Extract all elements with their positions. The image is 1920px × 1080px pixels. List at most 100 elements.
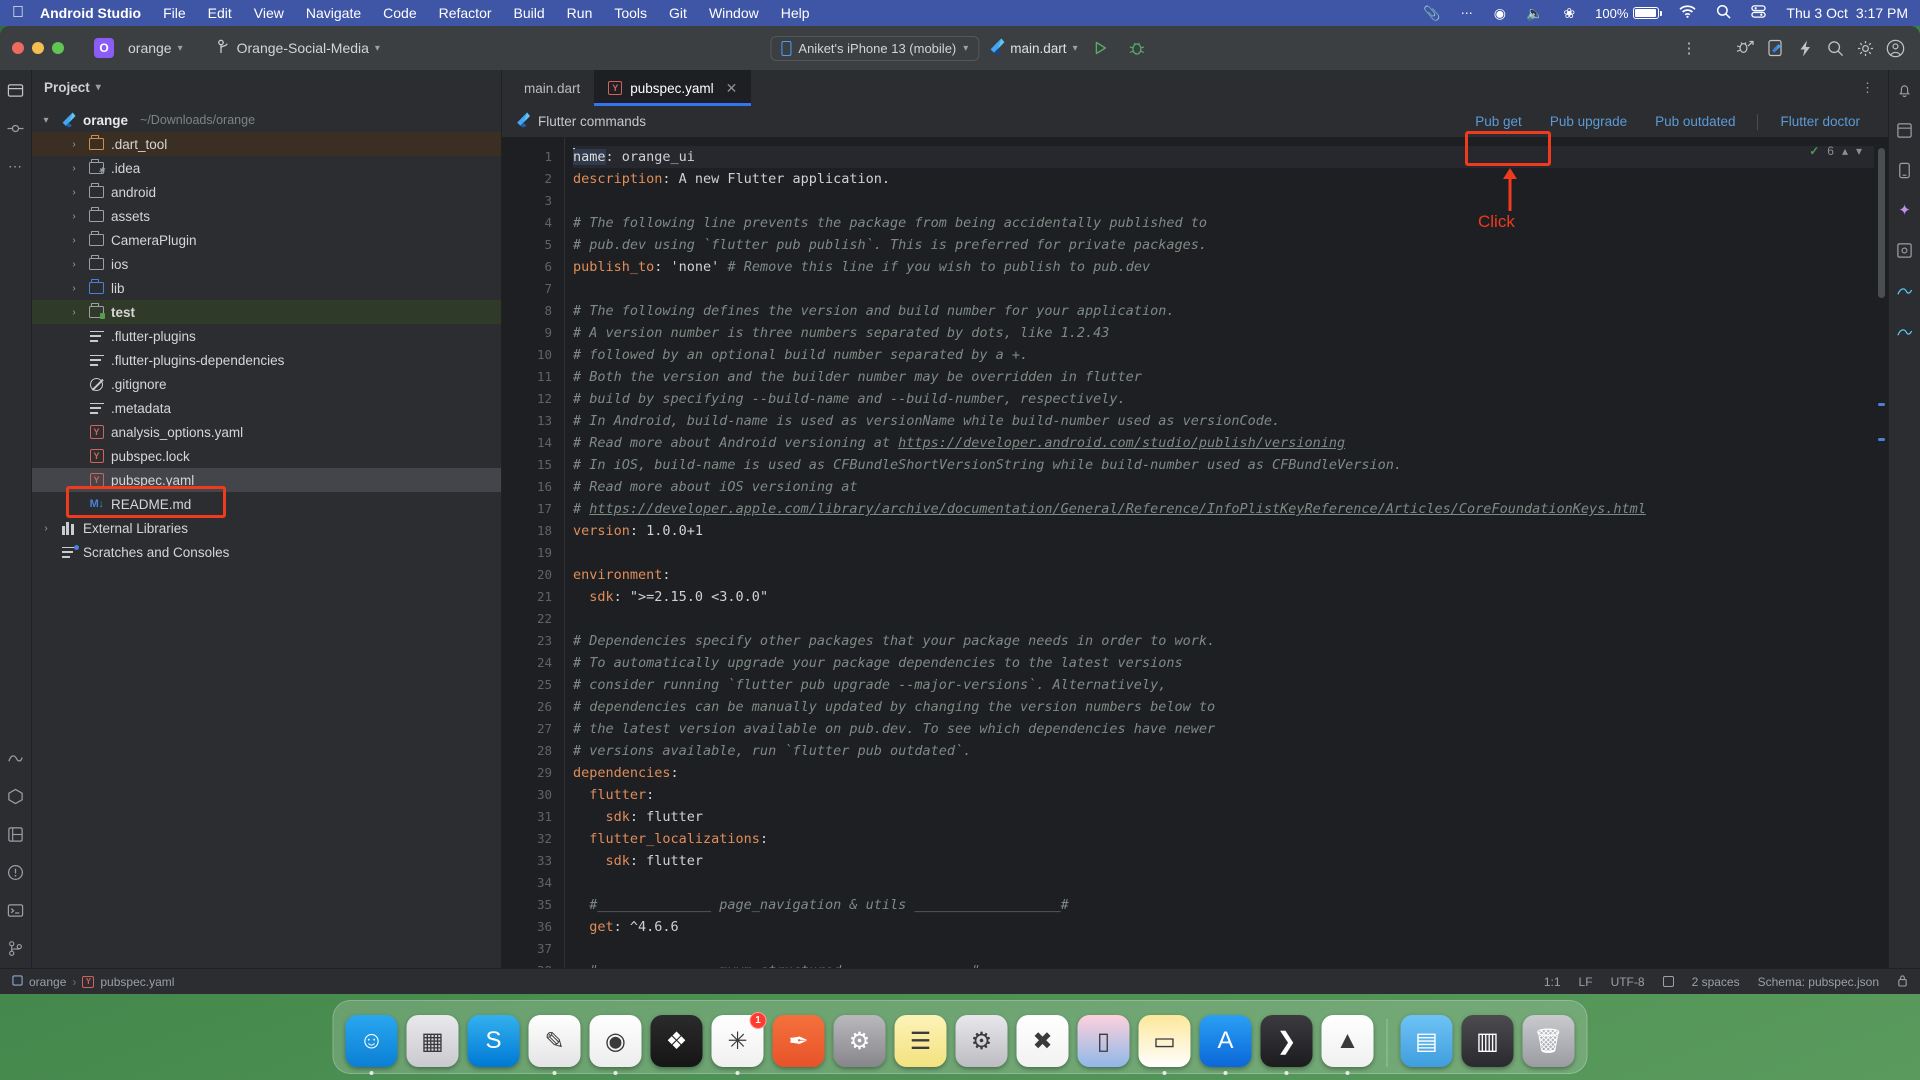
code-line[interactable]: # A version number is three numbers sepa… [573,322,1874,344]
dock-item-terminal[interactable]: ❯ [1260,1015,1313,1075]
code-line[interactable]: publish_to: 'none' # Remove this line if… [573,256,1874,278]
code-editor[interactable]: 1 2 3 4 5 6 7 8 9 10 11 12 13 14 15 16 17 18 19 20 21 22 23 24 2… [502,138,1888,968]
file-encoding[interactable]: UTF-8 [1611,975,1645,989]
menu-item-help[interactable]: Help [781,5,810,21]
run-configuration-selector[interactable]: main.dart ▾ [989,38,1078,58]
code-line[interactable]: #______________ page_navigation & utils … [573,894,1874,916]
user-account-icon[interactable]: ◉ [1494,5,1506,22]
battery-status[interactable]: 100% [1595,6,1663,21]
menu-item-tools[interactable]: Tools [614,5,647,21]
tree-item-lib[interactable]: › lib [32,276,501,300]
code-line[interactable]: dependencies: [573,762,1874,784]
gear-icon[interactable] [1852,35,1878,61]
flutter-performance-icon[interactable] [1893,318,1917,342]
code-line[interactable]: # Dependencies specify other packages th… [573,630,1874,652]
tree-item-scratches-and-consoles[interactable]: Scratches and Consoles [32,540,501,564]
dock-item-notes[interactable]: ☰ [894,1015,947,1067]
menu-item-view[interactable]: View [254,5,284,21]
flutter-doctor-link[interactable]: Flutter doctor [1766,110,1874,133]
chevron-right-icon[interactable]: › [66,139,82,150]
device-manager-icon[interactable] [1893,158,1917,182]
volume-icon[interactable]: 🔈 [1526,5,1543,22]
chevron-right-icon[interactable]: › [66,235,82,246]
dock-item-stickies[interactable]: ▭ [1138,1015,1191,1075]
dock-item-trash[interactable]: 🗑 [1522,1015,1575,1067]
chevron-right-icon[interactable]: › [66,307,82,318]
editor-tab-pubspec-yaml[interactable]: Ypubspec.yaml ✕ [594,70,752,106]
tree-item-flutter-plugins-dependencies[interactable]: .flutter-plugins-dependencies [32,348,501,372]
menu-bar-date[interactable]: Thu 3 Oct [1786,5,1847,21]
dart-analysis-icon[interactable] [4,746,28,770]
tree-item-flutter-plugins[interactable]: .flutter-plugins [32,324,501,348]
bluetooth-icon[interactable]: ❀ [1563,5,1575,22]
menu-item-edit[interactable]: Edit [208,5,232,21]
code-line[interactable]: # In Android, build-name is used as vers… [573,410,1874,432]
tree-item-idea[interactable]: › ✱ .idea [32,156,501,180]
chevron-right-icon[interactable]: › [66,211,82,222]
code-line[interactable] [573,872,1874,894]
more-vertical-icon[interactable]: ⋮ [1676,35,1702,61]
menu-item-build[interactable]: Build [514,5,545,21]
code-line[interactable]: # followed by an optional build number s… [573,344,1874,366]
tree-item-pubspec-yaml[interactable]: Ypubspec.yaml [32,468,501,492]
close-icon[interactable]: ✕ [726,80,738,97]
dock-item-chrome[interactable]: ◉ [589,1015,642,1075]
dock-item-android-studio[interactable]: ▲ [1321,1015,1374,1075]
tree-item-ios[interactable]: › ios [32,252,501,276]
code-line[interactable]: sdk: ">=2.15.0 <3.0.0" [573,586,1874,608]
dock-item-vscode[interactable]: ✖ [1016,1015,1069,1067]
tree-item-test[interactable]: › test [32,300,501,324]
tree-item-metadata[interactable]: .metadata [32,396,501,420]
pub-outdated-link[interactable]: Pub outdated [1641,110,1749,133]
code-line[interactable]: # versions available, run `flutter pub o… [573,740,1874,762]
code-line[interactable]: # Read more about Android versioning at … [573,432,1874,454]
account-avatar-icon[interactable] [1882,35,1908,61]
code-line[interactable]: # the latest version available on pub.de… [573,718,1874,740]
chevron-up-icon[interactable]: ▴ [1842,144,1848,158]
code-line[interactable]: sdk: flutter [573,850,1874,872]
dock-item-settings-gear[interactable]: ⚙ [833,1015,886,1067]
code-line[interactable] [573,278,1874,300]
tree-item-assets[interactable]: › assets [32,204,501,228]
code-line[interactable]: flutter: [573,784,1874,806]
chevron-down-icon[interactable]: ▾ [96,82,101,93]
git-branch-selector[interactable]: Orange-Social-Media ▾ [211,36,386,61]
schema-setting[interactable]: Schema: pubspec.json [1758,975,1879,989]
dock-item-launchpad[interactable]: ▦ [406,1015,459,1067]
attach-debugger-icon[interactable] [1732,35,1758,61]
terminal-tool-icon[interactable] [4,898,28,922]
lock-icon[interactable] [1897,974,1908,990]
project-tool-window-icon[interactable] [4,78,28,102]
dock-item-finder[interactable]: ☺ [345,1015,398,1075]
code-line[interactable]: # consider running `flutter pub upgrade … [573,674,1874,696]
pub-get-link[interactable]: Pub get [1461,110,1536,133]
code-line[interactable]: # The following line prevents the packag… [573,212,1874,234]
indent-setting[interactable]: 2 spaces [1692,975,1740,989]
menu-bar-time[interactable]: 3:17 PM [1856,5,1908,21]
menu-item-git[interactable]: Git [669,5,687,21]
menu-item-refactor[interactable]: Refactor [439,5,492,21]
menu-item-window[interactable]: Window [709,5,759,21]
notifications-icon[interactable] [1893,78,1917,102]
dock-item-figma[interactable]: ❖ [650,1015,703,1067]
code-line[interactable]: # build by specifying --build-name and -… [573,388,1874,410]
dock-item-iphone-mirroring[interactable]: ▯ [1077,1015,1130,1067]
hot-reload-lightning-icon[interactable] [1792,35,1818,61]
scrollbar-thumb[interactable] [1878,148,1885,298]
breadcrumb-project[interactable]: orange [29,975,66,989]
paperclip-icon[interactable]: 📎 [1423,5,1440,22]
menu-item-navigate[interactable]: Navigate [306,5,361,21]
dock-item-notes-pen[interactable]: ✎ [528,1015,581,1075]
menu-item-code[interactable]: Code [383,5,416,21]
problems-tool-icon[interactable] [4,860,28,884]
window-close-button[interactable] [12,42,24,54]
wifi-icon[interactable] [1679,5,1696,21]
caret-position[interactable]: 1:1 [1544,975,1561,989]
code-line[interactable]: # In iOS, build-name is used as CFBundle… [573,454,1874,476]
spotlight-search-icon[interactable] [1716,4,1731,22]
window-maximize-button[interactable] [52,42,64,54]
search-icon[interactable] [1822,35,1848,61]
tree-item-cameraplugin[interactable]: › CameraPlugin [32,228,501,252]
column-selection-icon[interactable] [1662,976,1674,987]
code-line[interactable]: version: 1.0.0+1 [573,520,1874,542]
